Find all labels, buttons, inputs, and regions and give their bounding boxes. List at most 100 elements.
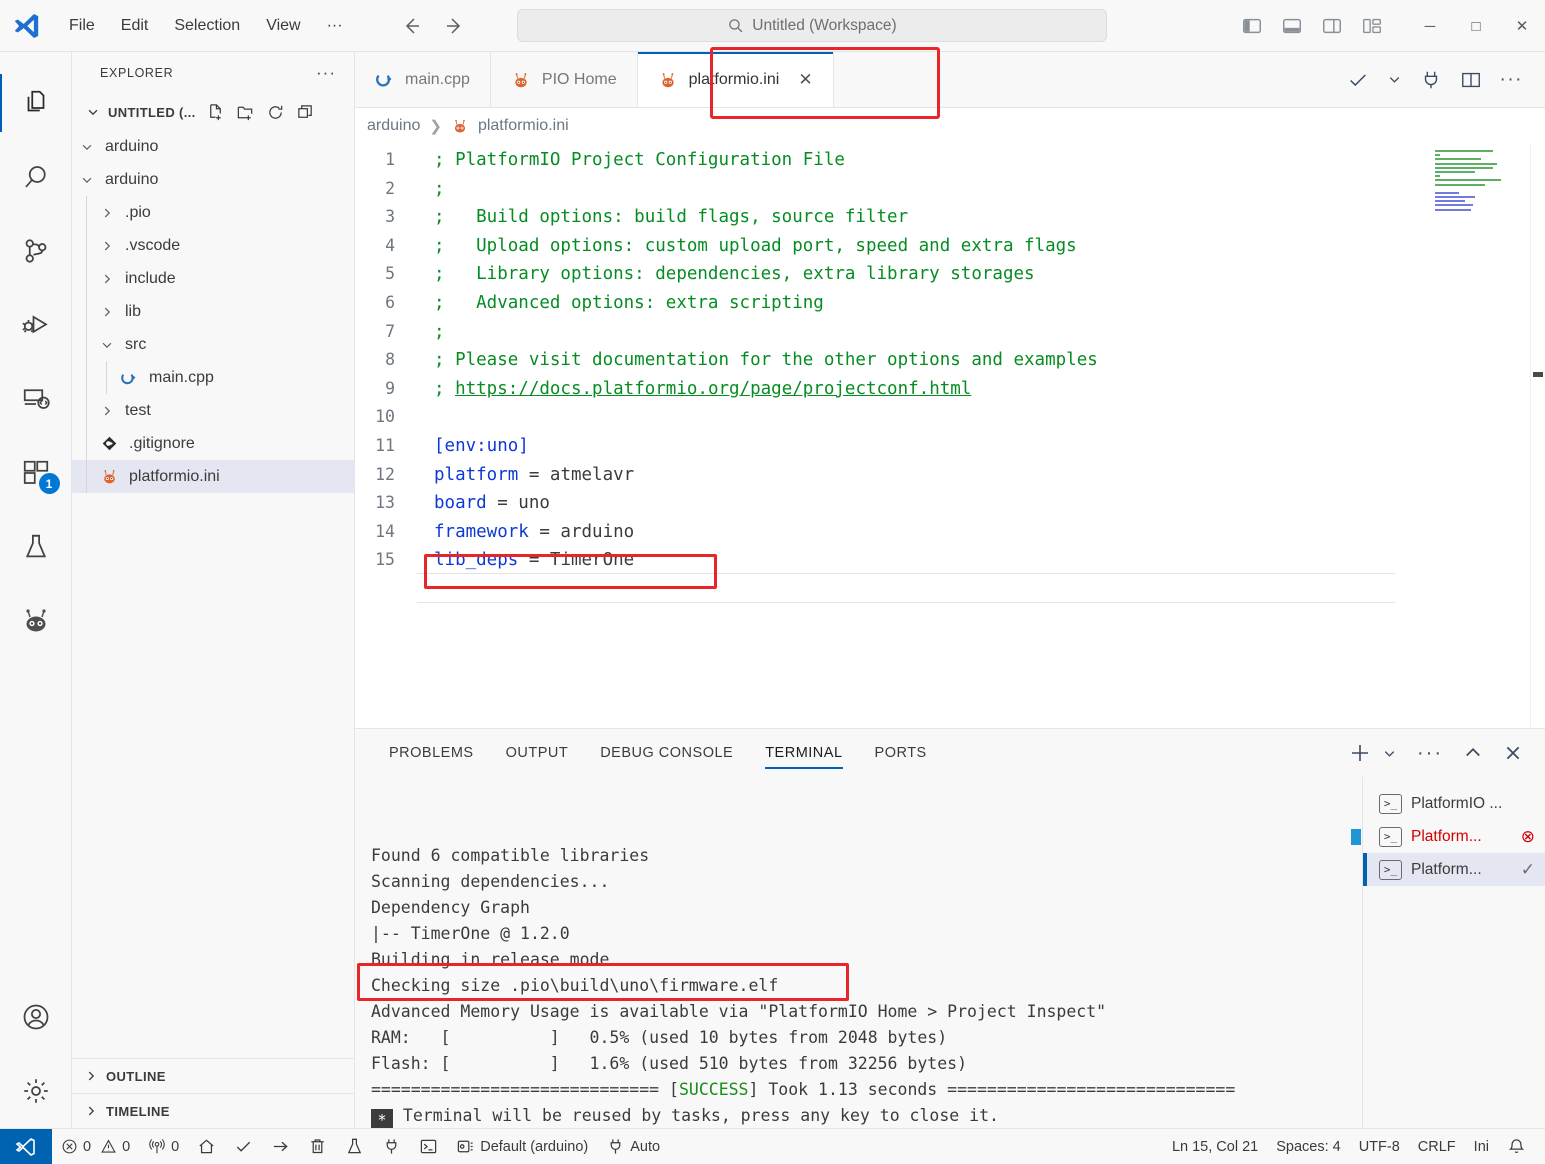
tree-item--vscode[interactable]: .vscode (72, 229, 354, 262)
more-actions-icon[interactable]: ··· (1500, 69, 1523, 91)
status-pio-upload[interactable] (262, 1129, 299, 1164)
tab-output[interactable]: OUTPUT (490, 729, 585, 777)
status-editor-position[interactable]: Ln 15, Col 21 (1163, 1129, 1267, 1164)
tree-item-lib[interactable]: lib (72, 295, 354, 328)
activity-explorer[interactable] (0, 66, 72, 140)
close-panel-icon[interactable] (1503, 743, 1523, 763)
tab-terminal[interactable]: TERMINAL (749, 729, 858, 777)
menu-view[interactable]: View (253, 13, 313, 39)
line-text[interactable]: platform = atmelavr (417, 461, 1545, 490)
tab-problems[interactable]: PROBLEMS (373, 729, 490, 777)
code-editor[interactable]: 1 ; PlatformIO Project Configuration File… (355, 144, 1545, 728)
activity-extensions[interactable]: 1 (0, 436, 72, 510)
line-text[interactable]: ; (417, 318, 1545, 347)
refresh-icon[interactable] (266, 103, 285, 122)
line-text[interactable]: board = uno (417, 489, 1545, 518)
chevron-down-icon[interactable] (1382, 746, 1397, 761)
tree-item-arduino[interactable]: arduino (72, 163, 354, 196)
terminal-list-item[interactable]: >_ Platform... ⊗ (1363, 820, 1545, 853)
toggle-panel-icon[interactable] (1279, 13, 1305, 39)
tab-debug-console[interactable]: DEBUG CONSOLE (584, 729, 749, 777)
status-notifications[interactable] (1498, 1129, 1535, 1164)
tab-main-cpp[interactable]: main.cpp (355, 52, 491, 107)
activity-platformio[interactable] (0, 584, 72, 658)
status-editor-language[interactable]: Ini (1465, 1129, 1498, 1164)
terminal-list-item[interactable]: >_ Platform... ✓ (1363, 853, 1545, 886)
menu-file[interactable]: File (56, 13, 108, 39)
window-close-button[interactable]: ✕ (1499, 0, 1545, 52)
editor-scrollbar[interactable] (1531, 144, 1545, 728)
menu-more[interactable]: ··· (314, 13, 356, 39)
tree-item-main-cpp[interactable]: main.cpp (72, 361, 354, 394)
status-pio-home[interactable] (188, 1129, 225, 1164)
run-check-icon[interactable] (1347, 69, 1369, 91)
tree-item-include[interactable]: include (72, 262, 354, 295)
line-text[interactable]: ; (417, 175, 1545, 204)
status-pio-serial-monitor[interactable] (373, 1129, 410, 1164)
line-text[interactable]: lib_deps = TimerOne (417, 546, 1545, 575)
line-text[interactable]: ; Advanced options: extra scripting (417, 289, 1545, 318)
line-text[interactable]: ; https://docs.platformio.org/page/proje… (417, 375, 1545, 404)
terminal-list-item[interactable]: >_ PlatformIO ... (1363, 787, 1545, 820)
workspace-root-row[interactable]: UNTITLED (... (72, 94, 354, 130)
new-terminal-icon[interactable] (1348, 741, 1372, 765)
activity-source-control[interactable] (0, 214, 72, 288)
more-actions-icon[interactable]: ··· (316, 63, 336, 83)
status-pio-project-env[interactable]: Default (arduino) (447, 1129, 597, 1164)
breadcrumb-file[interactable]: platformio.ini (478, 117, 569, 135)
line-text[interactable]: ; Upload options: custom upload port, sp… (417, 232, 1545, 261)
editor-minimap[interactable] (1435, 150, 1523, 211)
activity-accounts[interactable] (0, 980, 72, 1054)
activity-remote-explorer[interactable] (0, 362, 72, 436)
status-editor-indentation[interactable]: Spaces: 4 (1267, 1129, 1350, 1164)
line-text[interactable]: ; Build options: build flags, source fil… (417, 203, 1545, 232)
terminal-scrollbar[interactable] (1350, 777, 1362, 1128)
close-icon[interactable]: ✕ (798, 70, 812, 90)
line-text[interactable]: ; Library options: dependencies, extra l… (417, 260, 1545, 289)
status-pio-build[interactable] (225, 1129, 262, 1164)
activity-search[interactable] (0, 140, 72, 214)
plug-icon[interactable] (1420, 69, 1442, 91)
more-actions-icon[interactable]: ··· (1417, 742, 1443, 765)
status-ports-forwarded[interactable]: 0 (139, 1129, 188, 1164)
editor-scrollbar-thumb[interactable] (1533, 372, 1543, 377)
chevron-down-icon[interactable] (1387, 72, 1402, 87)
line-text[interactable]: ; Please visit documentation for the oth… (417, 346, 1545, 375)
split-editor-icon[interactable] (1460, 69, 1482, 91)
status-pio-upload-port[interactable]: Auto (597, 1129, 669, 1164)
activity-run-and-debug[interactable] (0, 288, 72, 362)
arrow-left-icon[interactable] (398, 12, 426, 40)
remote-indicator[interactable] (0, 1128, 52, 1164)
command-center-search[interactable]: Untitled (Workspace) (517, 9, 1107, 42)
window-minimize-button[interactable]: ─ (1407, 0, 1453, 52)
timeline-section-header[interactable]: TIMELINE (72, 1093, 354, 1128)
line-text[interactable]: [env:uno] (417, 432, 1545, 461)
tab-platformio-ini[interactable]: platformio.ini ✕ (637, 52, 834, 107)
status-pio-new-terminal[interactable] (410, 1129, 447, 1164)
tree-item-test[interactable]: test (72, 394, 354, 427)
new-folder-icon[interactable] (236, 103, 255, 122)
status-problems[interactable]: 0 0 (52, 1129, 139, 1164)
status-pio-clean[interactable] (299, 1129, 336, 1164)
activity-testing[interactable] (0, 510, 72, 584)
breadcrumb-folder[interactable]: arduino (367, 117, 420, 135)
menu-selection[interactable]: Selection (161, 13, 253, 39)
maximize-panel-icon[interactable] (1463, 743, 1483, 763)
tree-item-arduino[interactable]: arduino (72, 130, 354, 163)
status-editor-encoding[interactable]: UTF-8 (1350, 1129, 1409, 1164)
tree-item-src[interactable]: src (72, 328, 354, 361)
code-token-link[interactable]: https://docs.platformio.org/page/project… (455, 379, 971, 399)
line-text[interactable]: ; PlatformIO Project Configuration File (417, 146, 1545, 175)
window-maximize-button[interactable]: □ (1453, 0, 1499, 52)
status-pio-test[interactable] (336, 1129, 373, 1164)
toggle-secondary-sidebar-icon[interactable] (1319, 13, 1345, 39)
toggle-primary-sidebar-icon[interactable] (1239, 13, 1265, 39)
collapse-all-icon[interactable] (296, 103, 315, 122)
terminal-output[interactable]: Found 6 compatible libraries Scanning dep… (355, 777, 1362, 1128)
menu-edit[interactable]: Edit (108, 13, 162, 39)
tab-ports[interactable]: PORTS (859, 729, 943, 777)
tree-item--gitignore[interactable]: .gitignore (72, 427, 354, 460)
tree-item-platformio-ini[interactable]: platformio.ini (72, 460, 354, 493)
outline-section-header[interactable]: OUTLINE (72, 1058, 354, 1093)
tree-item--pio[interactable]: .pio (72, 196, 354, 229)
